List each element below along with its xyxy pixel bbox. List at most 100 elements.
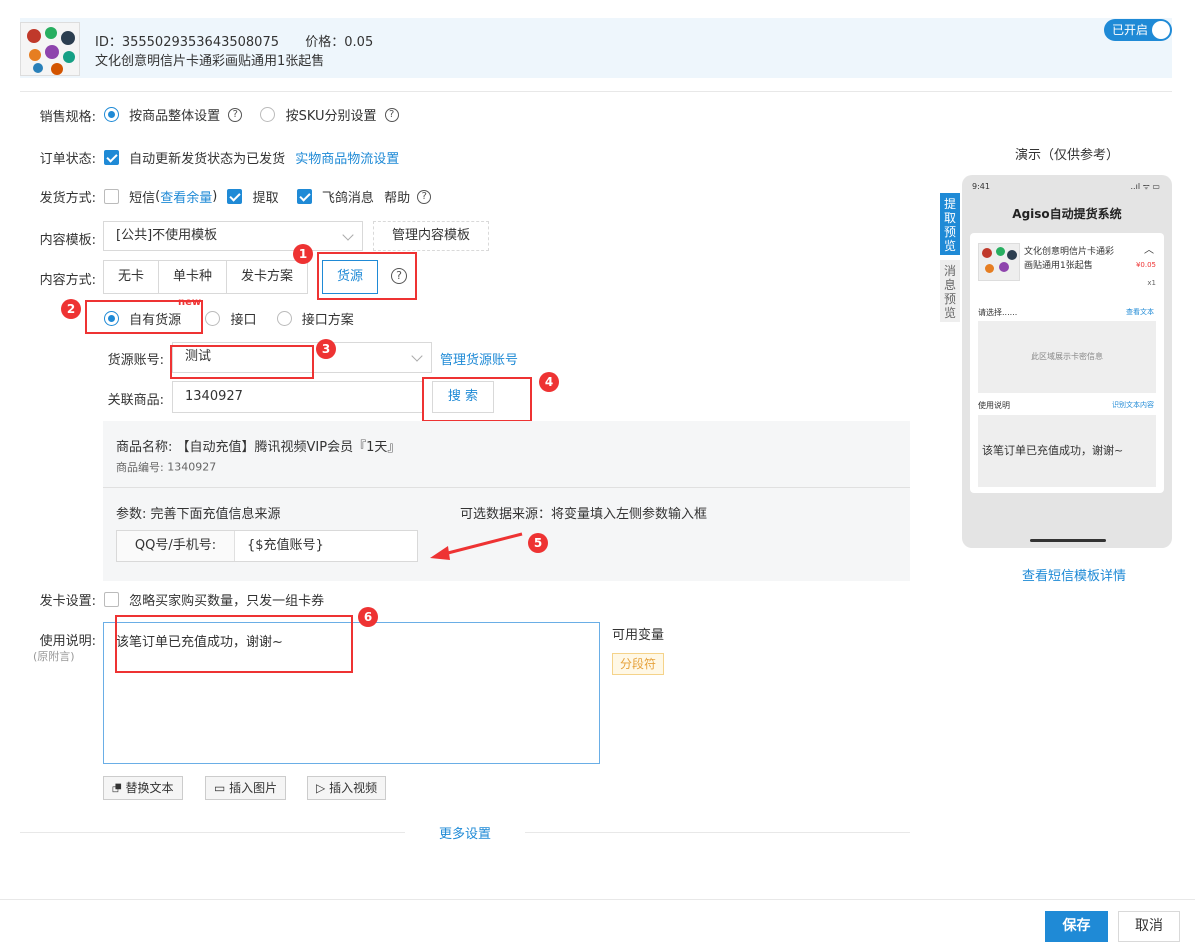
tab-single-card[interactable]: 单卡种 [158,260,228,294]
order-status-label: 订单状态: [39,152,96,167]
preview-thumbnail [978,243,1020,281]
linked-product-input[interactable]: 1340927 [172,381,424,413]
chevron-down-icon [342,229,354,241]
params-value: 完善下面充值信息来源 [150,507,281,522]
preview-usage-label: 使用说明 [978,401,1010,410]
product-info-panel: 商品名称: 【自动充值】腾讯视频VIP会员『1天』 商品编号: 1340927 [103,421,910,487]
video-icon: ▷ [316,781,326,795]
delivery-method-label: 发货方式: [39,191,96,206]
preview-price: ¥0.05 [1135,261,1156,269]
params-label: 参数: [116,507,147,522]
annotation-badge-3: 3 [316,339,336,359]
product-name-value: 【自动充值】腾讯视频VIP会员『1天』 [176,440,401,455]
separator-variable-tag[interactable]: 分段符 [612,653,665,675]
template-select[interactable]: [公共]不使用模板 [103,221,363,251]
feige-label[interactable]: 飞鸽消息 [322,191,374,206]
chevron-up-icon[interactable]: ︿ [1144,241,1154,256]
param-field: QQ号/手机号: {$充值账号} [116,530,418,562]
phone-card: 文化创意明信片卡通彩画贴通用1张起售 ︿ ¥0.05 x1 请选择...... … [970,233,1164,493]
radio-api-label[interactable]: 接口 [230,313,256,328]
preview-qty: x1 [1147,279,1156,287]
chevron-down-icon [411,350,423,362]
enabled-toggle[interactable]: 已开启 [1104,19,1172,41]
preview-recognize-link[interactable]: 识别文本内容 [1112,400,1154,410]
toggle-label: 已开启 [1112,23,1149,37]
image-icon: ▭ [214,781,226,795]
radio-api-plan[interactable] [276,311,292,326]
annotation-badge-1: 1 [293,244,313,264]
pickup-checkbox[interactable] [227,189,243,204]
content-mode-label: 内容方式: [39,273,96,288]
logistics-settings-link[interactable]: 实物商品物流设置 [295,152,399,167]
replace-icon: ⮻ [112,781,122,795]
product-name-label: 商品名称: [116,440,173,455]
manage-template-button[interactable]: 管理内容模板 [373,221,489,251]
radio-per-sku[interactable] [260,107,276,122]
preview-product-name: 文化创意明信片卡通彩画贴通用1张起售 [1024,247,1115,271]
ignore-quantity-checkbox[interactable] [104,592,119,607]
help-icon[interactable]: ? [384,107,399,122]
tab-message-preview[interactable]: 消息预览 [940,260,960,322]
preview-title: 演示（仅供参考） [1014,148,1119,163]
product-code-label: 商品编号: [116,461,164,474]
product-thumbnail [20,22,80,76]
help-icon[interactable]: ? [228,107,243,122]
save-button[interactable]: 保存 [1045,911,1108,942]
radio-per-sku-label[interactable]: 按SKU分别设置 [286,109,377,124]
tab-card-plan[interactable]: 发卡方案 [226,260,309,294]
product-price: 价格：0.05 [305,35,374,50]
auto-ship-checkbox[interactable] [104,150,119,165]
phone-preview: 9:41 ..ıl ᯤ ▭ Agiso自动提货系统 文化创意明信片卡通彩画贴通用… [962,175,1172,548]
annotation-box-6 [115,615,353,673]
sales-spec-label: 销售规格: [39,110,96,125]
cancel-button[interactable]: 取消 [1118,911,1180,942]
annotation-badge-5: 5 [528,533,548,553]
help-icon[interactable]: ? [417,189,432,204]
content-mode-tabs: 无卡 单卡种 发卡方案 货源 [103,260,379,294]
param-field-input[interactable]: {$充值账号} [247,531,324,561]
radio-api-plan-label[interactable]: 接口方案 [302,313,354,328]
feige-checkbox[interactable] [296,189,312,204]
usage-label: 使用说明: [39,634,96,649]
annotation-badge-6: 6 [358,607,378,627]
auto-ship-label[interactable]: 自动更新发货状态为已发货 [129,152,285,167]
ignore-quantity-label[interactable]: 忽略买家购买数量，只发一组卡券 [129,594,324,609]
help-link[interactable]: 帮助 [384,191,410,206]
card-setting-label: 发卡设置: [39,594,96,609]
sms-label[interactable]: 短信 [129,191,155,206]
tab-no-card[interactable]: 无卡 [103,260,160,294]
annotation-badge-2: 2 [61,299,81,319]
insert-image-button[interactable]: ▭ 插入图片 [205,776,287,800]
product-title: 文化创意明信片卡通彩画贴通用1张起售 [95,54,325,69]
app-title: Agiso自动提货系统 [1012,207,1122,221]
pickup-label[interactable]: 提取 [253,191,279,206]
preview-view-text[interactable]: 查看文本 [1126,307,1154,317]
product-id: ID：3555029353643508075 [95,35,279,50]
radio-api[interactable] [205,311,221,326]
radio-whole-product-label[interactable]: 按商品整体设置 [129,109,220,124]
annotation-badge-4: 4 [539,372,559,392]
annotation-box-4 [422,377,532,422]
annotation-box-2 [85,300,203,334]
preview-choose: 请选择...... [978,308,1018,317]
annotation-arrow-icon [430,532,523,560]
source-account-label: 货源账号: [107,353,164,368]
tab-supply-source[interactable]: 货源 [322,260,379,294]
usage-sublabel: (原附言) [33,650,75,663]
replace-text-button[interactable]: ⮻ 替换文本 [103,776,183,800]
template-select-value: [公共]不使用模板 [116,228,218,243]
home-indicator [1030,539,1106,542]
more-settings-link[interactable]: 更多设置 [405,823,525,842]
manage-source-account-link[interactable]: 管理货源账号 [440,349,518,368]
sms-checkbox[interactable] [104,189,119,204]
preview-usage-text: 该笔订单已充值成功，谢谢~ [978,415,1156,487]
view-balance-link[interactable]: 查看余量 [160,191,212,206]
available-variables-label: 可用变量 [612,628,665,643]
phone-status-icons: ..ıl ᯤ ▭ [1130,182,1160,191]
insert-video-button[interactable]: ▷ 插入视频 [307,776,387,800]
sms-template-detail-link[interactable]: 查看短信模板详情 [962,565,1186,584]
phone-time: 9:41 [972,182,990,191]
radio-whole-product[interactable] [104,107,119,122]
product-header: ID：3555029353643508075 价格：0.05 文化创意明信片卡通… [20,18,1172,78]
tab-extract-preview[interactable]: 提取预览 [940,193,960,255]
